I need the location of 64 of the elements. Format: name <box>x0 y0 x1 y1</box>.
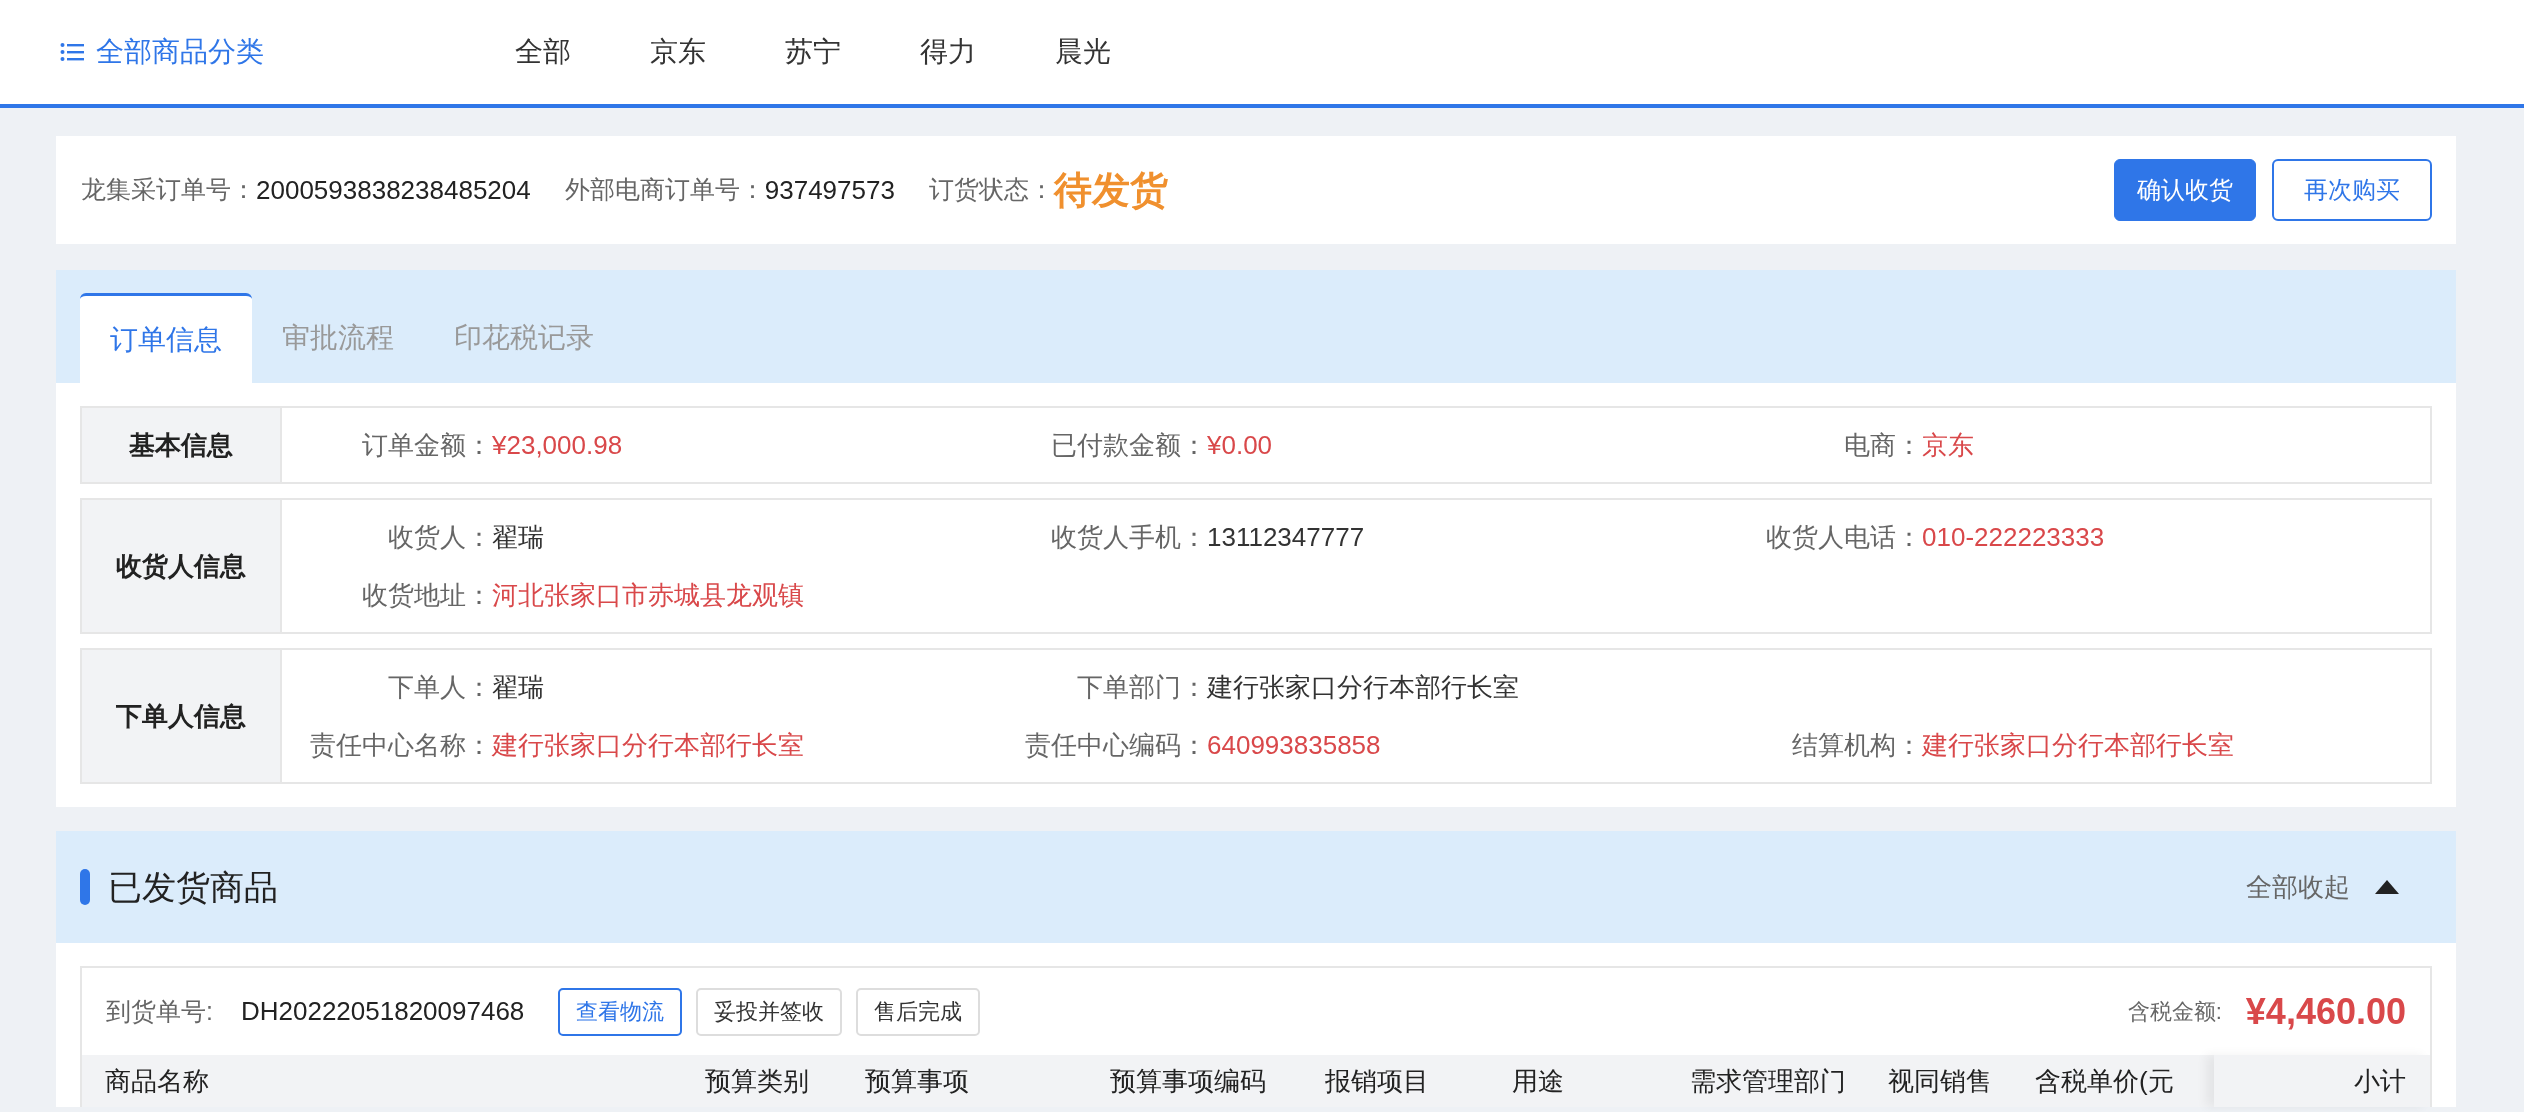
field-value: ¥23,000.98 <box>492 428 623 462</box>
field-label: 含税金额: <box>2127 998 2222 1026</box>
field-value: 河北张家口市赤城县龙观镇 <box>492 578 804 612</box>
action-button[interactable]: 妥投并签收 <box>696 987 843 1036</box>
field-value: 640993835858 <box>1207 728 1381 762</box>
nav-link-item[interactable]: 得力 <box>920 31 976 73</box>
nav-link-item[interactable]: 全部 <box>515 31 571 73</box>
field-value: 010-222223333 <box>1922 520 2105 554</box>
column-header: 含税单价(元 <box>2035 1065 2175 1098</box>
column-header: 预算事项编码 <box>1110 1065 1267 1098</box>
category-link[interactable]: 全部商品分类 <box>60 31 515 73</box>
field-label: 责任中心名称： <box>309 728 492 762</box>
nav-link-item[interactable]: 京东 <box>650 31 706 73</box>
tab[interactable]: 订单信息 <box>80 293 252 383</box>
column-header: 预算类别 <box>705 1065 810 1098</box>
rebuy-button[interactable]: 再次购买 <box>2272 159 2432 221</box>
field-label: 外部电商订单号： <box>564 174 765 206</box>
field-label: 收货人： <box>387 520 492 554</box>
field-value: 937497573 <box>764 173 895 207</box>
column-header: 预算事项 <box>865 1065 970 1098</box>
column-header: 用途 <box>1512 1065 1565 1098</box>
collapse-toggle[interactable]: 全部收起 <box>2246 867 2400 907</box>
field-value: 翟瑞 <box>492 670 544 704</box>
field-label: 已付款金额： <box>1050 428 1207 462</box>
field-value: 建行张家口分行本部行长室 <box>492 728 804 762</box>
field-label: 订货状态： <box>928 175 1054 204</box>
list-icon <box>60 42 84 62</box>
action-button[interactable]: 售后完成 <box>856 987 981 1036</box>
action-button[interactable]: 查看物流 <box>558 987 683 1036</box>
confirm-button[interactable]: 确认收货 <box>2114 159 2256 221</box>
field-value: 翟瑞 <box>492 520 544 554</box>
section-marker <box>80 869 90 905</box>
field-label: 收货地址： <box>361 578 492 612</box>
field-label: 订单金额： <box>361 428 492 462</box>
column-header: 商品名称 <box>105 1065 210 1098</box>
column-header: 报销项目 <box>1325 1065 1430 1098</box>
field-label: 责任中心编码： <box>1024 728 1207 762</box>
field-value: 建行张家口分行本部行长室 <box>1207 670 1519 704</box>
field-value: ¥0.00 <box>1207 428 1273 462</box>
section-label: 基本信息 <box>82 408 282 482</box>
order-status: 待发货 <box>1053 167 1168 213</box>
field-label: 收货人电话： <box>1765 520 1922 554</box>
field-value: 13112347777 <box>1207 520 1365 554</box>
column-header: 需求管理部门 <box>1690 1065 1847 1098</box>
section-label: 收货人信息 <box>82 500 282 632</box>
field-value: 2000593838238485204 <box>256 173 531 207</box>
field-label: 龙集采订单号： <box>81 174 256 206</box>
caret-up-icon <box>2374 879 2400 895</box>
field-label: 下单人： <box>387 670 492 704</box>
field-label: 下单部门： <box>1076 670 1207 704</box>
field-label: 收货人手机： <box>1050 520 1207 554</box>
section-title: 已发货商品 <box>108 866 278 908</box>
section-label: 下单人信息 <box>82 650 282 782</box>
field-label: 到货单号: <box>106 995 213 1027</box>
field-value: 建行张家口分行本部行长室 <box>1922 728 2234 762</box>
field-label: 结算机构： <box>1791 728 1922 762</box>
total-amount: ¥4,460.00 <box>2245 989 2406 1034</box>
column-header: 视同销售 <box>1888 1065 1993 1098</box>
nav-link-item[interactable]: 苏宁 <box>785 31 841 73</box>
column-header: 小计 <box>2214 1055 2430 1107</box>
nav-link-item[interactable]: 晨光 <box>1055 31 1111 73</box>
field-label: 电商： <box>1843 428 1922 462</box>
field-value: DH20222051820097468 <box>240 995 525 1028</box>
field-value: 京东 <box>1922 428 1974 462</box>
